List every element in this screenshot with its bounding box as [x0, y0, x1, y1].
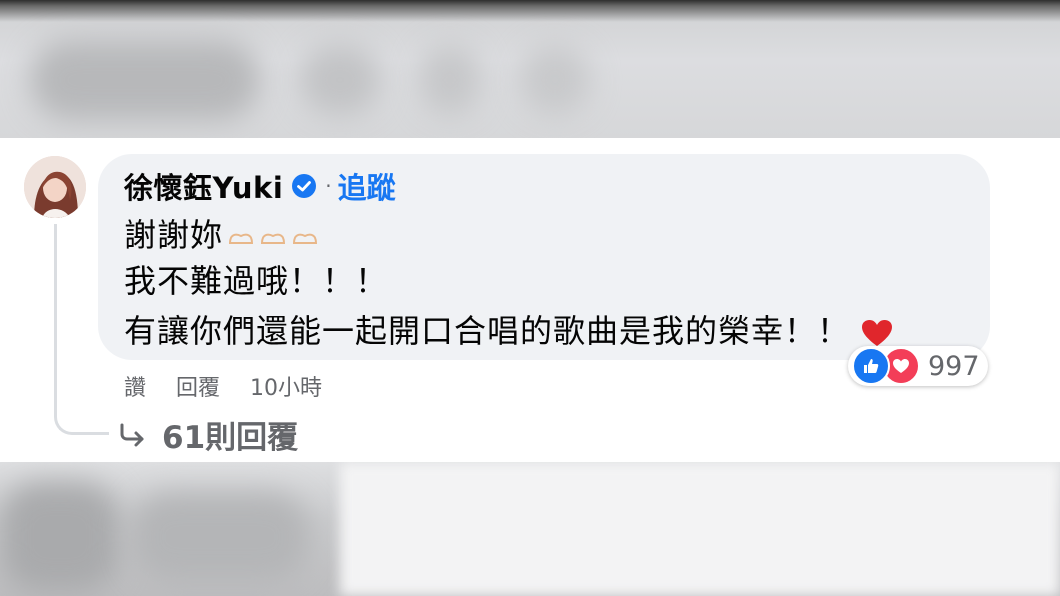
avatar-photo: [24, 156, 86, 218]
timestamp[interactable]: 10小時: [250, 370, 322, 402]
comment-line-1: 謝謝妳: [124, 210, 323, 256]
like-reaction-icon: [852, 347, 890, 385]
blurred-shape: [30, 40, 260, 120]
comment-header: 徐懷鈺Yuki · 追蹤: [124, 166, 396, 206]
avatar[interactable]: [24, 156, 86, 218]
hands-emoji-group: [227, 218, 323, 256]
like-button[interactable]: 讚: [124, 370, 146, 402]
reactions-summary[interactable]: 997: [848, 346, 988, 386]
red-heart-icon: [862, 320, 893, 346]
separator-dot: ·: [325, 174, 332, 198]
author-name[interactable]: 徐懷鈺Yuki: [124, 165, 283, 207]
folded-hands-icon: [229, 233, 254, 244]
reaction-count: 997: [928, 350, 980, 382]
blurred-shape: [300, 45, 380, 115]
blurred-shape: [340, 462, 1060, 596]
blurred-shape: [420, 45, 480, 115]
comment-text: 謝謝妳: [124, 216, 224, 254]
blurred-shape: [520, 45, 590, 115]
comment-text: 有讓你們還能一起開口合唱的歌曲是我的榮幸！！: [124, 312, 851, 350]
reply-button[interactable]: 回覆: [176, 370, 220, 402]
comment-actions: 讚 回覆 10小時: [124, 370, 322, 402]
blurred-shape: [0, 482, 120, 592]
comment-line-2: 我不難過哦！！！: [124, 262, 389, 300]
comment-line-3: 有讓你們還能一起開口合唱的歌曲是我的榮幸！！: [124, 306, 894, 352]
blurred-content-top: [0, 0, 1060, 138]
comment-card: 徐懷鈺Yuki · 追蹤 謝謝妳 我不難過哦！！！ 有讓你們還能一起開口合唱的歌…: [0, 138, 1060, 462]
follow-button[interactable]: 追蹤: [338, 165, 396, 207]
reply-arrow-icon: [120, 423, 144, 446]
folded-hands-icon: [261, 233, 286, 244]
folded-hands-icon: [293, 233, 318, 244]
blurred-shape: [130, 492, 310, 582]
blurred-content-bottom: [0, 462, 1060, 596]
view-replies-link[interactable]: 61則回覆: [118, 412, 298, 457]
verified-badge-icon: [292, 174, 317, 198]
replies-count-label: 61則回覆: [162, 420, 299, 456]
